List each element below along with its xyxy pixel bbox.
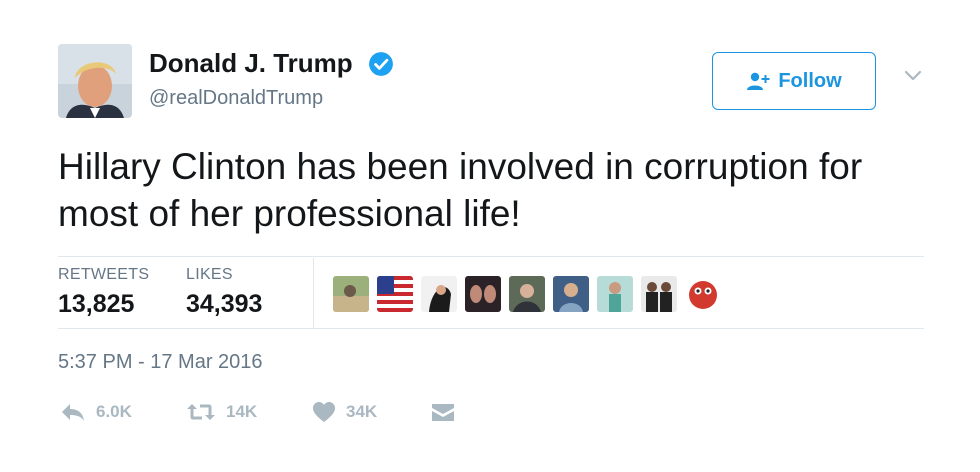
retweet-count: 14K xyxy=(226,402,258,421)
author-avatar[interactable] xyxy=(58,44,132,118)
retweet-icon xyxy=(187,404,215,420)
direct-message-icon xyxy=(432,404,454,421)
verified-badge-icon xyxy=(369,52,393,76)
liker-avatar[interactable] xyxy=(553,276,589,312)
liker-avatars xyxy=(333,276,721,312)
author-handle[interactable]: @realDonaldTrump xyxy=(149,87,323,110)
reply-button[interactable]: 6.0K xyxy=(60,398,132,426)
tweet-timestamp[interactable]: 5:37 PM - 17 Mar 2016 xyxy=(58,351,263,374)
retweets-count[interactable]: 13,825 xyxy=(58,290,134,319)
likes-label[interactable]: LIKES xyxy=(186,266,233,284)
follow-button[interactable]: Follow xyxy=(712,52,876,110)
liker-avatar[interactable] xyxy=(333,276,369,312)
chevron-down-icon[interactable] xyxy=(903,69,923,83)
likes-count[interactable]: 34,393 xyxy=(186,290,262,319)
reply-icon xyxy=(62,404,84,421)
reply-count: 6.0K xyxy=(96,402,132,421)
like-count: 34K xyxy=(346,402,378,421)
follow-person-icon xyxy=(747,72,770,90)
like-button[interactable]: 34K xyxy=(312,398,377,426)
author-name[interactable]: Donald J. Trump xyxy=(149,48,353,79)
stats-top-divider xyxy=(58,256,924,257)
liker-avatar[interactable] xyxy=(509,276,545,312)
tweet-text: Hillary Clinton has been involved in cor… xyxy=(58,146,863,234)
liker-avatar[interactable] xyxy=(377,276,413,312)
liker-avatar[interactable] xyxy=(641,276,677,312)
direct-message-button[interactable] xyxy=(430,398,456,426)
tweet-card: Donald J. Trump @realDonaldTrump Follow … xyxy=(0,0,980,472)
stats-separator xyxy=(313,258,314,328)
liker-avatar[interactable] xyxy=(597,276,633,312)
liker-avatar[interactable] xyxy=(421,276,457,312)
heart-icon xyxy=(313,402,335,422)
follow-button-label: Follow xyxy=(778,69,842,92)
stats-bottom-divider xyxy=(58,328,924,329)
liker-avatar[interactable] xyxy=(685,276,721,312)
retweet-button[interactable]: 14K xyxy=(186,398,257,426)
liker-avatar[interactable] xyxy=(465,276,501,312)
retweets-label[interactable]: RETWEETS xyxy=(58,266,149,284)
